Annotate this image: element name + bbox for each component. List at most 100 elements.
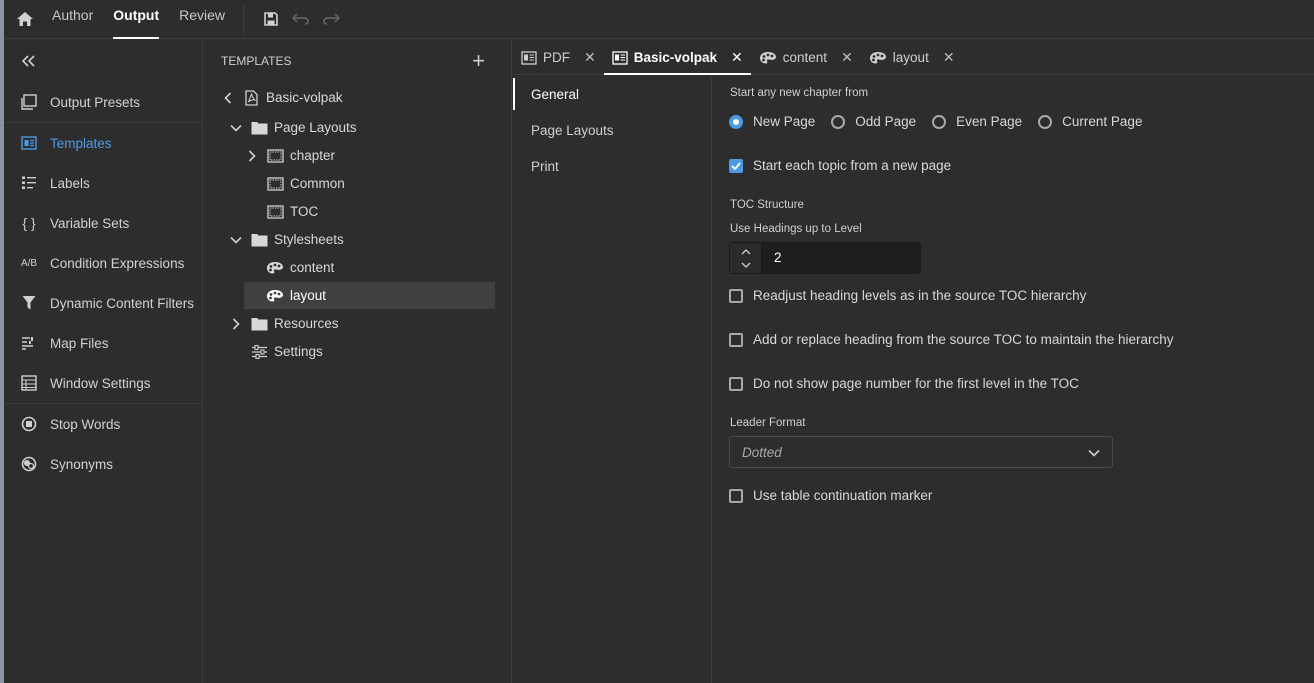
add-replace-heading-checkbox[interactable]: Add or replace heading from the source T… bbox=[729, 332, 1173, 347]
tree-label: TOC bbox=[290, 204, 319, 219]
sidebar-item-label: Stop Words bbox=[50, 416, 121, 432]
radio-label: Current Page bbox=[1062, 114, 1143, 129]
templates-icon bbox=[20, 134, 38, 152]
tree-root-basic-volpak[interactable]: Basic-volpak bbox=[220, 84, 471, 111]
no-page-number-checkbox[interactable]: Do not show page number for the first le… bbox=[729, 376, 1079, 391]
ab-icon: A/B bbox=[20, 257, 38, 269]
start-chapter-radio-group: New Page Odd Page Even Page Current Page bbox=[729, 114, 1158, 129]
sidebar-item-window-settings[interactable]: Window Settings bbox=[4, 363, 202, 403]
templates-panel-header: TEMPLATES + bbox=[204, 40, 511, 82]
tab-pdf[interactable]: PDF ✕ bbox=[513, 40, 604, 75]
page-layout-icon bbox=[266, 148, 284, 164]
page-layout-icon bbox=[266, 204, 284, 220]
start-topic-checkbox[interactable]: Start each topic from a new page bbox=[729, 158, 951, 173]
stylesheet-icon bbox=[869, 51, 887, 65]
tree-node-page-layouts[interactable]: Page Layouts bbox=[228, 114, 479, 141]
nav-output[interactable]: Output bbox=[103, 0, 169, 39]
tree-node-content[interactable]: content bbox=[244, 254, 495, 281]
add-template-button[interactable]: + bbox=[472, 50, 485, 72]
synonyms-icon bbox=[20, 455, 38, 473]
tree-label: content bbox=[290, 260, 335, 275]
subnav-print[interactable]: Print bbox=[513, 148, 711, 184]
checkbox-box bbox=[729, 488, 743, 503]
nav-review[interactable]: Review bbox=[169, 0, 235, 39]
sidebar-item-output-presets[interactable]: Output Presets bbox=[4, 82, 202, 122]
sidebar-group-presets: Output Presets bbox=[4, 82, 202, 123]
chevron-right-icon[interactable] bbox=[244, 148, 260, 164]
tree-node-layout[interactable]: layout bbox=[244, 282, 495, 309]
radio-new-page[interactable]: New Page bbox=[729, 114, 815, 129]
checkbox-label: Add or replace heading from the source T… bbox=[753, 332, 1174, 347]
close-icon[interactable]: ✕ bbox=[731, 49, 743, 66]
decrement-chevron-down-icon[interactable] bbox=[741, 258, 751, 271]
close-icon[interactable]: ✕ bbox=[943, 49, 955, 66]
toc-structure-heading: TOC Structure bbox=[730, 199, 804, 211]
stylesheet-icon bbox=[759, 51, 777, 65]
headings-level-stepper[interactable]: 2 bbox=[729, 242, 921, 274]
tree-node-chapter[interactable]: chapter bbox=[244, 142, 495, 169]
checkbox-label: Readjust heading levels as in the source… bbox=[753, 288, 1087, 303]
sidebar-item-templates[interactable]: Templates bbox=[4, 123, 202, 163]
redo-icon[interactable] bbox=[316, 4, 346, 34]
tree-label: layout bbox=[290, 288, 327, 303]
sidebar-item-label: Variable Sets bbox=[50, 215, 130, 231]
radio-indicator bbox=[932, 114, 947, 129]
chevron-down-icon[interactable] bbox=[228, 120, 244, 136]
sidebar-item-map-files[interactable]: Map Files bbox=[4, 323, 202, 363]
templates-panel: TEMPLATES + Basic-volpak Page Layouts ch… bbox=[204, 40, 512, 683]
radio-even-page[interactable]: Even Page bbox=[932, 114, 1022, 129]
checkbox-box bbox=[729, 288, 743, 303]
sidebar-item-dynamic-content-filters[interactable]: Dynamic Content Filters bbox=[4, 283, 202, 323]
tree-label: Page Layouts bbox=[274, 120, 357, 135]
pdf-file-icon bbox=[242, 89, 260, 106]
tree-node-resources[interactable]: Resources bbox=[228, 310, 479, 337]
checkbox-checked-icon bbox=[729, 158, 743, 173]
readjust-heading-checkbox[interactable]: Readjust heading levels as in the source… bbox=[729, 288, 1086, 303]
checkbox-label: Start each topic from a new page bbox=[753, 158, 952, 173]
chevron-right-icon[interactable] bbox=[228, 316, 244, 332]
leader-format-select[interactable]: Dotted bbox=[729, 436, 1113, 468]
tab-content[interactable]: content ✕ bbox=[751, 40, 861, 75]
table-continuation-checkbox[interactable]: Use table continuation marker bbox=[729, 488, 932, 503]
collapse-sidebar-icon[interactable] bbox=[4, 40, 202, 82]
back-chevron-icon[interactable] bbox=[220, 90, 236, 106]
tree-label: Resources bbox=[274, 316, 339, 331]
sidebar-item-label: Dynamic Content Filters bbox=[50, 295, 195, 311]
close-icon[interactable]: ✕ bbox=[584, 49, 596, 66]
left-sidebar: Output Presets Templates Labels { } Vari… bbox=[4, 40, 203, 683]
stop-icon bbox=[20, 415, 38, 433]
tree-label: Basic-volpak bbox=[266, 90, 343, 105]
headings-level-value[interactable]: 2 bbox=[762, 243, 782, 273]
tree-node-common[interactable]: Common bbox=[266, 170, 517, 197]
increment-chevron-up-icon[interactable] bbox=[741, 245, 751, 258]
nav-author[interactable]: Author bbox=[42, 0, 103, 39]
tree-node-stylesheets[interactable]: Stylesheets bbox=[228, 226, 479, 253]
sidebar-group-search: Stop Words Synonyms bbox=[4, 404, 202, 484]
chevron-down-icon[interactable] bbox=[228, 232, 244, 248]
sidebar-item-variable-sets[interactable]: { } Variable Sets bbox=[4, 203, 202, 243]
sidebar-item-labels[interactable]: Labels bbox=[4, 163, 202, 203]
subnav-page-layouts[interactable]: Page Layouts bbox=[513, 112, 711, 148]
tree-node-toc[interactable]: TOC bbox=[266, 198, 517, 225]
undo-icon[interactable] bbox=[286, 4, 316, 34]
sidebar-item-synonyms[interactable]: Synonyms bbox=[4, 444, 202, 484]
close-icon[interactable]: ✕ bbox=[841, 49, 853, 66]
save-icon[interactable] bbox=[256, 4, 286, 34]
radio-current-page[interactable]: Current Page bbox=[1038, 114, 1142, 129]
home-icon[interactable] bbox=[8, 0, 42, 39]
tree-node-settings[interactable]: Settings bbox=[228, 338, 479, 365]
tab-basic-volpak[interactable]: Basic-volpak ✕ bbox=[603, 40, 751, 75]
tree-label: Stylesheets bbox=[274, 232, 344, 247]
sidebar-item-condition-expressions[interactable]: A/B Condition Expressions bbox=[4, 243, 202, 283]
pdf-doc-icon bbox=[521, 50, 537, 65]
start-chapter-label: Start any new chapter from bbox=[730, 87, 869, 99]
sidebar-item-stop-words[interactable]: Stop Words bbox=[4, 404, 202, 444]
subnav-general[interactable]: General bbox=[513, 76, 711, 112]
stepper-buttons bbox=[730, 243, 762, 273]
tab-layout[interactable]: layout ✕ bbox=[861, 40, 963, 75]
tree-label: Settings bbox=[274, 344, 323, 359]
tree-label: chapter bbox=[290, 148, 336, 163]
radio-label: Odd Page bbox=[855, 114, 917, 129]
radio-odd-page[interactable]: Odd Page bbox=[831, 114, 916, 129]
window-settings-icon bbox=[20, 374, 38, 392]
